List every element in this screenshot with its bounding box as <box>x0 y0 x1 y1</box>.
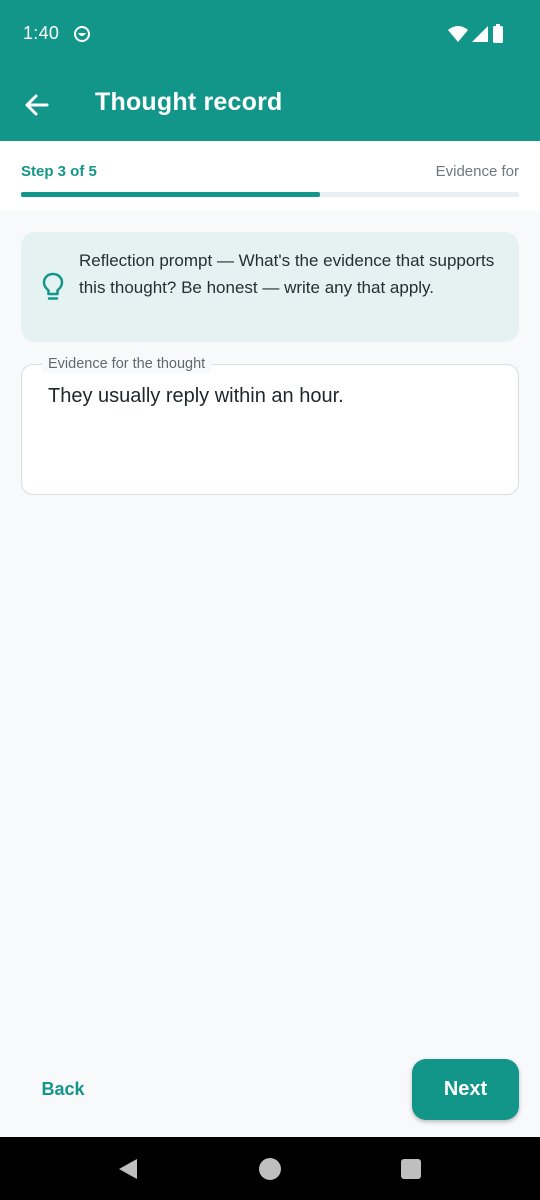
app-bar: Thought record <box>0 70 540 141</box>
lightbulb-icon <box>42 272 64 300</box>
progress-bar <box>21 192 519 197</box>
stepper: Step 3 of 5 Evidence for <box>0 141 540 211</box>
back-button[interactable]: Back <box>30 1067 96 1111</box>
next-button[interactable]: Next <box>412 1059 519 1120</box>
status-icons <box>448 24 504 44</box>
wifi-icon <box>448 26 468 42</box>
status-bar: 1:40 <box>0 0 540 70</box>
nav-back-icon[interactable] <box>116 1157 140 1181</box>
evidence-field[interactable]: Evidence for the thought They usually re… <box>21 355 519 495</box>
nav-recents-icon[interactable] <box>399 1157 423 1181</box>
step-name: Evidence for <box>435 163 519 180</box>
page-title: Thought record <box>95 88 283 116</box>
smiley-circle-icon <box>74 26 90 42</box>
signal-icon <box>472 26 488 42</box>
system-navigation-bar <box>0 1137 540 1200</box>
progress-fill <box>21 192 320 197</box>
nav-home-icon[interactable] <box>258 1157 282 1181</box>
reflection-prompt-text: Reflection prompt — What's the evidence … <box>79 251 495 297</box>
evidence-field-value[interactable]: They usually reply within an hour. <box>48 385 344 408</box>
step-counter: Step 3 of 5 <box>21 163 97 180</box>
status-time: 1:40 <box>23 23 60 43</box>
evidence-field-label: Evidence for the thought <box>42 355 212 373</box>
reflection-prompt-card: Reflection prompt — What's the evidence … <box>21 232 519 342</box>
battery-icon <box>493 24 503 43</box>
back-arrow-icon[interactable] <box>22 90 52 120</box>
